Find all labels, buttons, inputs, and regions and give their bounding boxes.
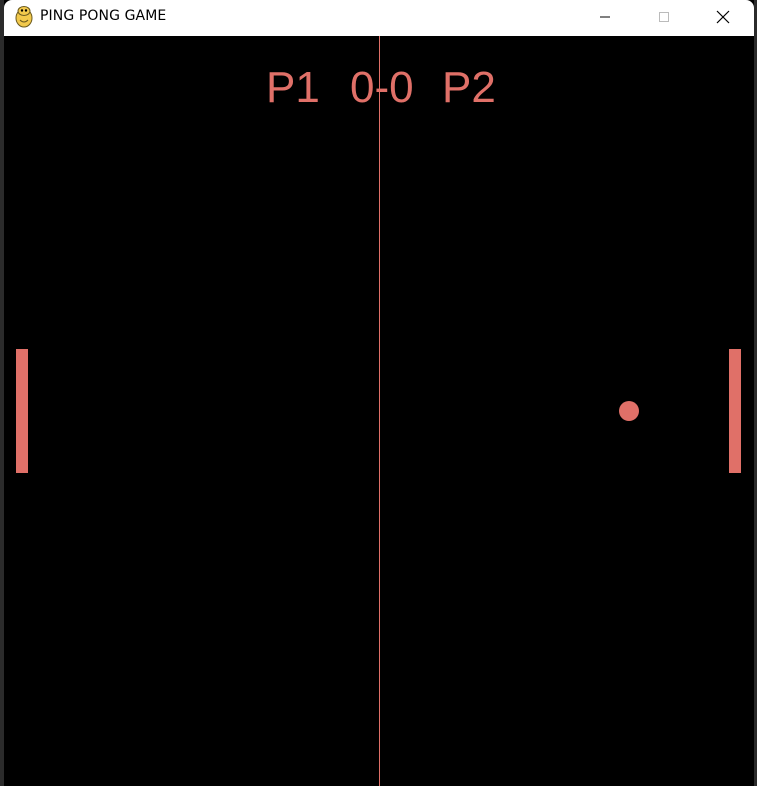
- game-canvas[interactable]: P1 0-0 P2: [4, 36, 754, 786]
- python-snake-icon: [15, 6, 33, 28]
- player1-label: P1: [266, 63, 320, 112]
- maximize-icon: [659, 12, 669, 22]
- player1-paddle: [16, 349, 28, 473]
- ball: [619, 401, 639, 421]
- minimize-icon: [600, 16, 610, 18]
- player2-label: P2: [442, 63, 496, 112]
- title-bar[interactable]: PING PONG GAME: [4, 0, 754, 36]
- score-display: 0-0: [350, 63, 414, 112]
- player2-paddle: [729, 349, 741, 473]
- minimize-button[interactable]: [582, 0, 628, 34]
- close-icon: [716, 10, 730, 24]
- center-net-line: [379, 36, 380, 786]
- close-button[interactable]: [700, 0, 746, 34]
- window-title: PING PONG GAME: [40, 8, 167, 24]
- game-window: PING PONG GAME P1 0-0 P2: [4, 0, 754, 786]
- maximize-button[interactable]: [641, 0, 687, 34]
